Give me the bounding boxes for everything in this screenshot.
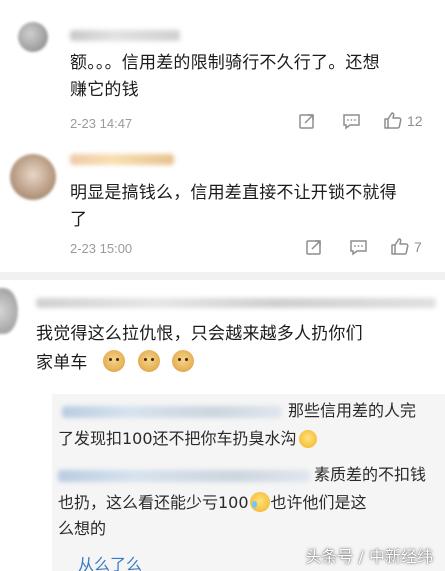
- share-button[interactable]: [298, 112, 316, 130]
- comment-actions: 12: [298, 111, 423, 130]
- doge-emoji-icon: [137, 350, 160, 372]
- reply-text-line: 从么了么: [78, 555, 143, 571]
- reply-text-line: 那些信用差的人完: [288, 401, 417, 420]
- like-count: 12: [407, 112, 423, 129]
- comment-text-line: 明显是搞钱么，信用差直接不让开锁不就得: [70, 183, 397, 203]
- comment-button[interactable]: [349, 238, 368, 256]
- reply-text-line: 也扔，这么看还能少亏100 也许他们是这: [58, 490, 367, 516]
- reply-text-content: 了发现扣100还不把你车扔臭水沟: [58, 429, 297, 448]
- comment-text-line: 了: [70, 210, 88, 230]
- comment-icon: [350, 239, 367, 255]
- comment-text-line: 额。。。信用差的限制骑行不久行了。还想: [70, 53, 380, 73]
- comment-actions: 7: [305, 237, 422, 256]
- username-blurred[interactable]: [70, 154, 174, 165]
- share-icon: [306, 239, 321, 255]
- reply-text-content: 也许他们是这: [270, 493, 367, 512]
- username-blurred[interactable]: [70, 30, 180, 41]
- comment-text-line: 我觉得这么拉仇恨，只会越来越多人扔你们: [36, 324, 363, 344]
- reply-username-blurred[interactable]: [62, 406, 282, 418]
- comment-feed: 额。。。信用差的限制骑行不久行了。还想 赚它的钱 2-23 14:47 12 明…: [0, 0, 445, 571]
- username-blurred[interactable]: [36, 298, 436, 308]
- comment-text-line: 赚它的钱: [70, 80, 139, 100]
- like-count: 7: [414, 238, 422, 255]
- avatar[interactable]: [10, 154, 56, 200]
- like-button[interactable]: 7: [390, 237, 422, 256]
- share-button[interactable]: [305, 238, 323, 256]
- reply-text-line: 了发现扣100还不把你车扔臭水沟: [58, 426, 318, 452]
- doge-emoji-icon: [172, 350, 195, 372]
- comment-text-line-content: 家单车: [36, 353, 88, 373]
- comment-timestamp: 2-23 14:47: [70, 116, 133, 131]
- reply-text-line: 么想的: [58, 519, 107, 538]
- reply-text-line: 素质差的不扣钱: [314, 465, 427, 484]
- avatar[interactable]: [18, 22, 48, 52]
- comment-item: 明显是搞钱么，信用差直接不让开锁不就得 了 2-23 15:00 7: [0, 140, 445, 272]
- share-icon: [299, 113, 314, 129]
- smirk-emoji-icon: [298, 430, 317, 448]
- comment-item: 额。。。信用差的限制骑行不久行了。还想 赚它的钱 2-23 14:47 12: [0, 0, 445, 140]
- comment-button[interactable]: [342, 112, 361, 130]
- comment-icon: [343, 113, 360, 129]
- reply-username-blurred[interactable]: [58, 470, 310, 482]
- reply-text-content: 也扔，这么看还能少亏100: [58, 493, 249, 512]
- thumbs-up-icon: [391, 238, 409, 255]
- section-divider: [0, 272, 445, 280]
- like-button[interactable]: 12: [383, 111, 423, 130]
- thumbs-up-icon: [384, 112, 402, 129]
- comment-timestamp: 2-23 15:00: [70, 241, 133, 256]
- doge-emoji-icon: [103, 350, 126, 372]
- comment-text-line: 家单车: [36, 350, 195, 377]
- avatar[interactable]: [0, 288, 18, 334]
- laugh-cry-emoji-icon: [249, 492, 270, 512]
- watermark: 头条号 / 中新经纬: [305, 547, 433, 566]
